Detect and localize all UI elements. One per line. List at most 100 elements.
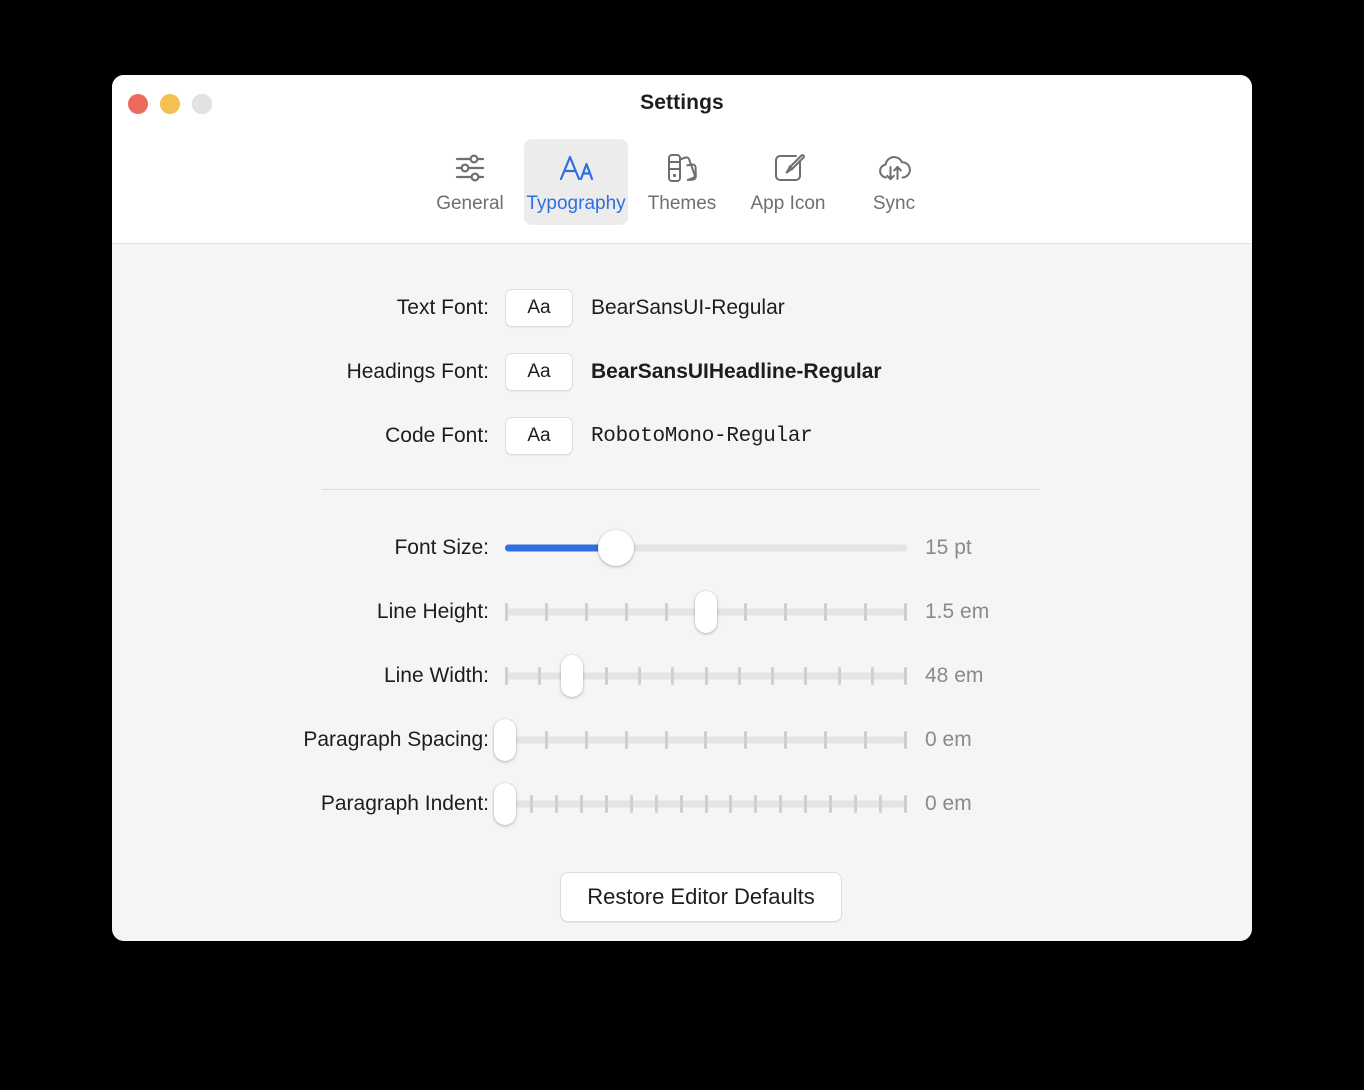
slider-tick — [904, 795, 907, 813]
font-settings-group: Text Font: Aa BearSansUI-Regular Heading… — [112, 244, 1252, 468]
slider-tick — [904, 603, 907, 621]
tab-general-label: General — [436, 193, 504, 215]
headings-font-picker-button[interactable]: Aa — [505, 353, 573, 391]
code-font-picker-button[interactable]: Aa — [505, 417, 573, 455]
typography-icon — [556, 147, 596, 189]
tab-typography[interactable]: Typography — [524, 139, 628, 225]
slider-knob[interactable] — [494, 719, 516, 761]
slider-tick — [538, 667, 541, 685]
tab-app-icon[interactable]: App Icon — [736, 139, 840, 225]
slider-tick — [804, 667, 807, 685]
slider-tick — [784, 603, 787, 621]
slider-tick — [744, 731, 747, 749]
text-font-row: Text Font: Aa BearSansUI-Regular — [112, 276, 1252, 340]
paragraph-spacing-label: Paragraph Spacing: — [112, 728, 505, 752]
slider-tick — [665, 603, 668, 621]
cloud-sync-icon — [874, 147, 914, 189]
restore-editor-defaults-button[interactable]: Restore Editor Defaults — [560, 872, 841, 922]
text-font-value: BearSansUI-Regular — [591, 296, 785, 320]
slider-tick — [904, 667, 907, 685]
line-width-slider[interactable] — [505, 656, 907, 696]
settings-window: Settings General — [112, 75, 1252, 941]
slider-tick — [530, 795, 533, 813]
editor-metrics-group: Font Size: 15 pt Line Height: 1.5 em — [112, 490, 1252, 836]
slider-tick — [705, 667, 708, 685]
tab-typography-label: Typography — [526, 193, 625, 215]
slider-ticks — [505, 538, 907, 558]
line-height-row: Line Height: 1.5 em — [112, 580, 1252, 644]
slider-knob[interactable] — [494, 783, 516, 825]
slider-tick — [824, 603, 827, 621]
slider-tick — [545, 603, 548, 621]
slider-tick — [585, 603, 588, 621]
slider-ticks — [505, 730, 907, 750]
slider-ticks — [505, 794, 907, 814]
paragraph-indent-label: Paragraph Indent: — [112, 792, 505, 816]
sliders-icon — [450, 147, 490, 189]
tab-sync[interactable]: Sync — [842, 139, 946, 225]
code-font-value: RobotoMono-Regular — [591, 425, 812, 448]
slider-tick — [854, 795, 857, 813]
font-size-label: Font Size: — [112, 536, 505, 560]
line-height-label: Line Height: — [112, 600, 505, 624]
headings-font-value: BearSansUIHeadline-Regular — [591, 360, 882, 384]
paragraph-spacing-row: Paragraph Spacing: 0 em — [112, 708, 1252, 772]
headings-font-label: Headings Font: — [112, 360, 505, 384]
slider-tick — [864, 731, 867, 749]
slider-tick — [771, 667, 774, 685]
slider-tick — [625, 603, 628, 621]
line-width-value: 48 em — [925, 664, 983, 688]
tab-themes[interactable]: Themes — [630, 139, 734, 225]
window-title: Settings — [112, 91, 1252, 115]
slider-tick — [655, 795, 658, 813]
slider-tick — [754, 795, 757, 813]
slider-tick — [665, 731, 668, 749]
tab-sync-label: Sync — [873, 193, 915, 215]
paragraph-indent-value: 0 em — [925, 792, 972, 816]
font-size-slider[interactable] — [505, 528, 907, 568]
text-font-picker-button[interactable]: Aa — [505, 289, 573, 327]
line-height-value: 1.5 em — [925, 600, 989, 624]
font-size-value: 15 pt — [925, 536, 972, 560]
slider-tick — [638, 667, 641, 685]
slider-tick — [705, 795, 708, 813]
paragraph-indent-slider[interactable] — [505, 784, 907, 824]
slider-tick — [704, 731, 707, 749]
paragraph-indent-row: Paragraph Indent: 0 em — [112, 772, 1252, 836]
slider-tick — [605, 795, 608, 813]
text-font-label: Text Font: — [112, 296, 505, 320]
code-font-label: Code Font: — [112, 424, 505, 448]
slider-tick — [744, 603, 747, 621]
color-swatch-icon — [662, 147, 702, 189]
slider-tick — [838, 667, 841, 685]
tab-general[interactable]: General — [418, 139, 522, 225]
slider-tick — [804, 795, 807, 813]
slider-tick — [505, 603, 508, 621]
actions-row: Restore Editor Defaults — [112, 872, 1252, 922]
font-size-row: Font Size: 15 pt — [112, 516, 1252, 580]
line-height-slider[interactable] — [505, 592, 907, 632]
slider-tick — [864, 603, 867, 621]
paragraph-spacing-value: 0 em — [925, 728, 972, 752]
settings-toolbar: General Typography — [112, 137, 1252, 244]
headings-font-row: Headings Font: Aa BearSansUIHeadline-Reg… — [112, 340, 1252, 404]
slider-tick — [625, 731, 628, 749]
slider-tick — [824, 731, 827, 749]
slider-tick — [545, 731, 548, 749]
slider-knob[interactable] — [598, 530, 634, 566]
slider-tick — [605, 667, 608, 685]
slider-knob[interactable] — [561, 655, 583, 697]
paintbrush-icon — [768, 147, 808, 189]
slider-tick — [680, 795, 683, 813]
slider-tick — [779, 795, 782, 813]
slider-tick — [904, 731, 907, 749]
line-width-row: Line Width: 48 em — [112, 644, 1252, 708]
paragraph-spacing-slider[interactable] — [505, 720, 907, 760]
slider-tick — [505, 667, 508, 685]
title-bar: Settings — [112, 75, 1252, 137]
slider-tick — [784, 731, 787, 749]
slider-tick — [729, 795, 732, 813]
typography-pane: Text Font: Aa BearSansUI-Regular Heading… — [112, 244, 1252, 941]
tab-themes-label: Themes — [648, 193, 717, 215]
slider-knob[interactable] — [695, 591, 717, 633]
